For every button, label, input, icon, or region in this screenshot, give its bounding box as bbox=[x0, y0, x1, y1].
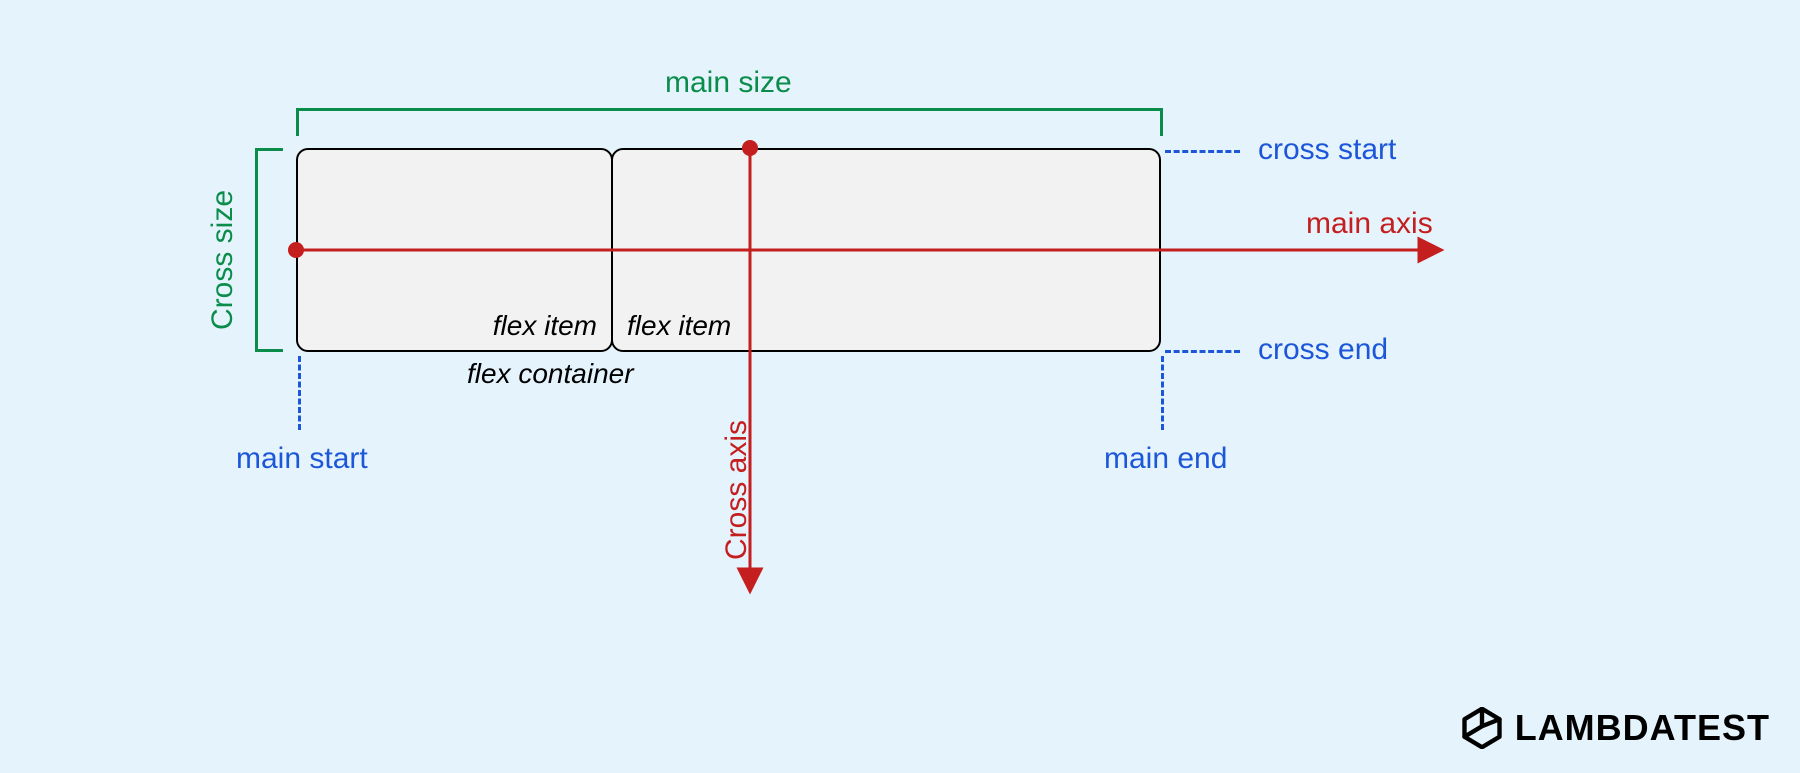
brand-name: LAMBDATEST bbox=[1515, 707, 1770, 749]
main-start-label: main start bbox=[236, 442, 368, 476]
cross-end-label: cross end bbox=[1258, 333, 1388, 367]
cross-start-connector bbox=[1165, 150, 1240, 153]
lambdatest-icon bbox=[1461, 707, 1503, 749]
flexbox-diagram: main size Cross size flex item flex item… bbox=[0, 0, 1800, 773]
cross-end-connector bbox=[1165, 350, 1240, 353]
cross-start-label: cross start bbox=[1258, 133, 1396, 167]
main-start-connector bbox=[298, 356, 301, 430]
cross-axis-label: Cross axis bbox=[720, 420, 754, 560]
flex-item-label: flex item bbox=[627, 310, 731, 342]
flex-container-label: flex container bbox=[467, 358, 634, 390]
main-end-connector bbox=[1161, 356, 1164, 430]
cross-size-label: Cross size bbox=[206, 190, 240, 330]
main-axis-label: main axis bbox=[1306, 207, 1433, 241]
flex-item: flex item bbox=[296, 148, 613, 352]
cross-size-bracket bbox=[255, 148, 283, 352]
main-end-label: main end bbox=[1104, 442, 1227, 476]
flex-item-label: flex item bbox=[493, 310, 597, 342]
brand-logo: LAMBDATEST bbox=[1461, 707, 1770, 749]
main-size-bracket bbox=[296, 108, 1163, 136]
flex-item: flex item bbox=[611, 148, 1161, 352]
flex-container: flex item flex item bbox=[296, 148, 1163, 352]
main-size-label: main size bbox=[665, 66, 792, 100]
